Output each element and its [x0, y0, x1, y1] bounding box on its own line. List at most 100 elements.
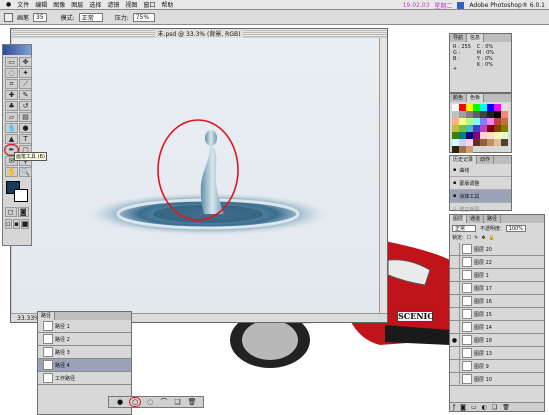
lock-move-icon[interactable]: ✥	[481, 235, 485, 241]
color-swatch[interactable]	[452, 132, 459, 139]
color-swatch[interactable]	[494, 132, 501, 139]
menu-layer[interactable]: 图层	[71, 0, 83, 9]
history-item[interactable]: ▪ 曲线	[450, 164, 511, 177]
move-tool-icon[interactable]: ✥	[19, 57, 32, 67]
color-swatch[interactable]	[466, 146, 473, 153]
color-swatch[interactable]	[459, 111, 466, 118]
path-item[interactable]: 工作路径	[38, 372, 131, 385]
visibility-eye-icon[interactable]: ●	[450, 334, 460, 346]
color-swatch[interactable]	[501, 139, 508, 146]
history-item[interactable]: ▪ 涂抹工具	[450, 190, 511, 203]
layer-row[interactable]: 图层 9	[450, 360, 544, 373]
color-swatch[interactable]	[466, 104, 473, 111]
tab-actions[interactable]: 动作	[477, 156, 495, 164]
visibility-eye-icon[interactable]	[450, 295, 460, 307]
lock-paint-icon[interactable]: ✎	[474, 235, 478, 241]
menu-help[interactable]: 帮助	[161, 0, 173, 9]
color-swatch[interactable]	[459, 146, 466, 153]
color-swatch[interactable]	[473, 104, 480, 111]
marquee-tool-icon[interactable]: ▭	[5, 57, 18, 67]
color-swatch[interactable]	[494, 104, 501, 111]
color-swatch[interactable]	[473, 118, 480, 125]
layer-row[interactable]: 图层 10	[450, 373, 544, 386]
lasso-tool-icon[interactable]: ◌	[5, 68, 18, 78]
opacity-field[interactable]: 100%	[505, 225, 526, 232]
visibility-eye-icon[interactable]	[450, 269, 460, 281]
layer-style-icon[interactable]: ƒ	[453, 404, 455, 411]
color-swatch[interactable]	[501, 118, 508, 125]
crop-tool-icon[interactable]: ⌗	[5, 79, 18, 89]
vertical-scrollbar[interactable]	[379, 38, 387, 314]
magic-wand-tool-icon[interactable]: ✦	[19, 68, 32, 78]
color-swatches[interactable]	[3, 179, 31, 205]
color-swatch[interactable]	[466, 132, 473, 139]
trash-icon[interactable]: 🗑	[502, 404, 510, 411]
visibility-eye-icon[interactable]	[450, 360, 460, 372]
layer-row[interactable]: 图层 17	[450, 282, 544, 295]
new-path-icon[interactable]: ❏	[174, 398, 180, 406]
color-swatch[interactable]	[452, 104, 459, 111]
screen-mode-2-icon[interactable]: ▪	[13, 219, 20, 229]
color-swatch[interactable]	[466, 111, 473, 118]
visibility-eye-icon[interactable]	[450, 308, 460, 320]
gradient-tool-icon[interactable]: ▤	[19, 112, 32, 122]
layer-row[interactable]: 图层 13	[450, 347, 544, 360]
color-swatch[interactable]	[452, 146, 459, 153]
zoom-tool-icon[interactable]: 🔍	[19, 167, 32, 177]
menu-view[interactable]: 视图	[125, 0, 137, 9]
color-swatch[interactable]	[480, 118, 487, 125]
hand-tool-icon[interactable]: ✋	[5, 167, 18, 177]
make-path-icon[interactable]: ⌒	[160, 397, 167, 407]
color-swatch[interactable]	[459, 118, 466, 125]
quickmask-mode-icon[interactable]: ◙	[17, 207, 29, 217]
layer-row[interactable]: ● 图层 18	[450, 334, 544, 347]
delete-path-icon[interactable]: 🗑	[188, 398, 197, 406]
menu-file[interactable]: 文件	[17, 0, 29, 9]
visibility-eye-icon[interactable]	[450, 282, 460, 294]
color-swatch[interactable]	[501, 132, 508, 139]
tab-history[interactable]: 历史记录	[450, 156, 478, 164]
color-swatch[interactable]	[487, 139, 494, 146]
color-swatch[interactable]	[452, 118, 459, 125]
tab-navigator[interactable]: 导航	[450, 34, 468, 42]
path-item[interactable]: 路径 2	[38, 333, 131, 346]
color-swatch[interactable]	[494, 125, 501, 132]
menu-select[interactable]: 选择	[89, 0, 101, 9]
color-swatch[interactable]	[480, 111, 487, 118]
color-swatch[interactable]	[487, 132, 494, 139]
color-swatch[interactable]	[494, 118, 501, 125]
color-swatch[interactable]	[466, 139, 473, 146]
color-swatch[interactable]	[480, 104, 487, 111]
history-brush-icon[interactable]: ↺	[19, 101, 32, 111]
color-swatch[interactable]	[473, 125, 480, 132]
screen-mode-3-icon[interactable]: ■	[21, 219, 29, 229]
color-swatch[interactable]	[487, 118, 494, 125]
color-swatch[interactable]	[480, 139, 487, 146]
layer-row[interactable]: 图层 16	[450, 295, 544, 308]
color-swatch[interactable]	[473, 139, 480, 146]
path-item[interactable]: 路径 1	[38, 320, 131, 333]
path-select-icon[interactable]: ▲	[5, 134, 18, 144]
app-switcher-icon[interactable]	[457, 1, 465, 9]
color-swatch[interactable]	[452, 125, 459, 132]
menu-window[interactable]: 窗口	[143, 0, 155, 9]
type-tool-icon[interactable]: T	[19, 134, 32, 144]
adjustment-layer-icon[interactable]: ◐	[482, 404, 487, 411]
color-swatch[interactable]	[459, 139, 466, 146]
tool-preset-icon[interactable]	[4, 12, 13, 22]
color-swatch[interactable]	[487, 125, 494, 132]
healing-brush-icon[interactable]: ✚	[5, 90, 18, 100]
color-swatch[interactable]	[459, 132, 466, 139]
color-swatch[interactable]	[466, 125, 473, 132]
lock-all-icon[interactable]: 🔒	[489, 235, 495, 241]
tab-paths-bottom[interactable]: 路径	[38, 312, 56, 320]
mode-select[interactable]: 正常	[78, 12, 103, 22]
load-selection-icon[interactable]: ◌	[147, 398, 153, 406]
pressure-field[interactable]: 75%	[132, 12, 155, 22]
document-title-bar[interactable]: 未.psd @ 33.3% (背景, RGB)	[11, 28, 387, 38]
screen-mode-1-icon[interactable]: ▫	[5, 219, 12, 229]
background-color[interactable]	[14, 189, 28, 202]
tab-channels[interactable]: 通道	[467, 215, 485, 223]
layer-mask-icon[interactable]: ◙	[460, 404, 466, 411]
color-swatch[interactable]	[459, 125, 466, 132]
